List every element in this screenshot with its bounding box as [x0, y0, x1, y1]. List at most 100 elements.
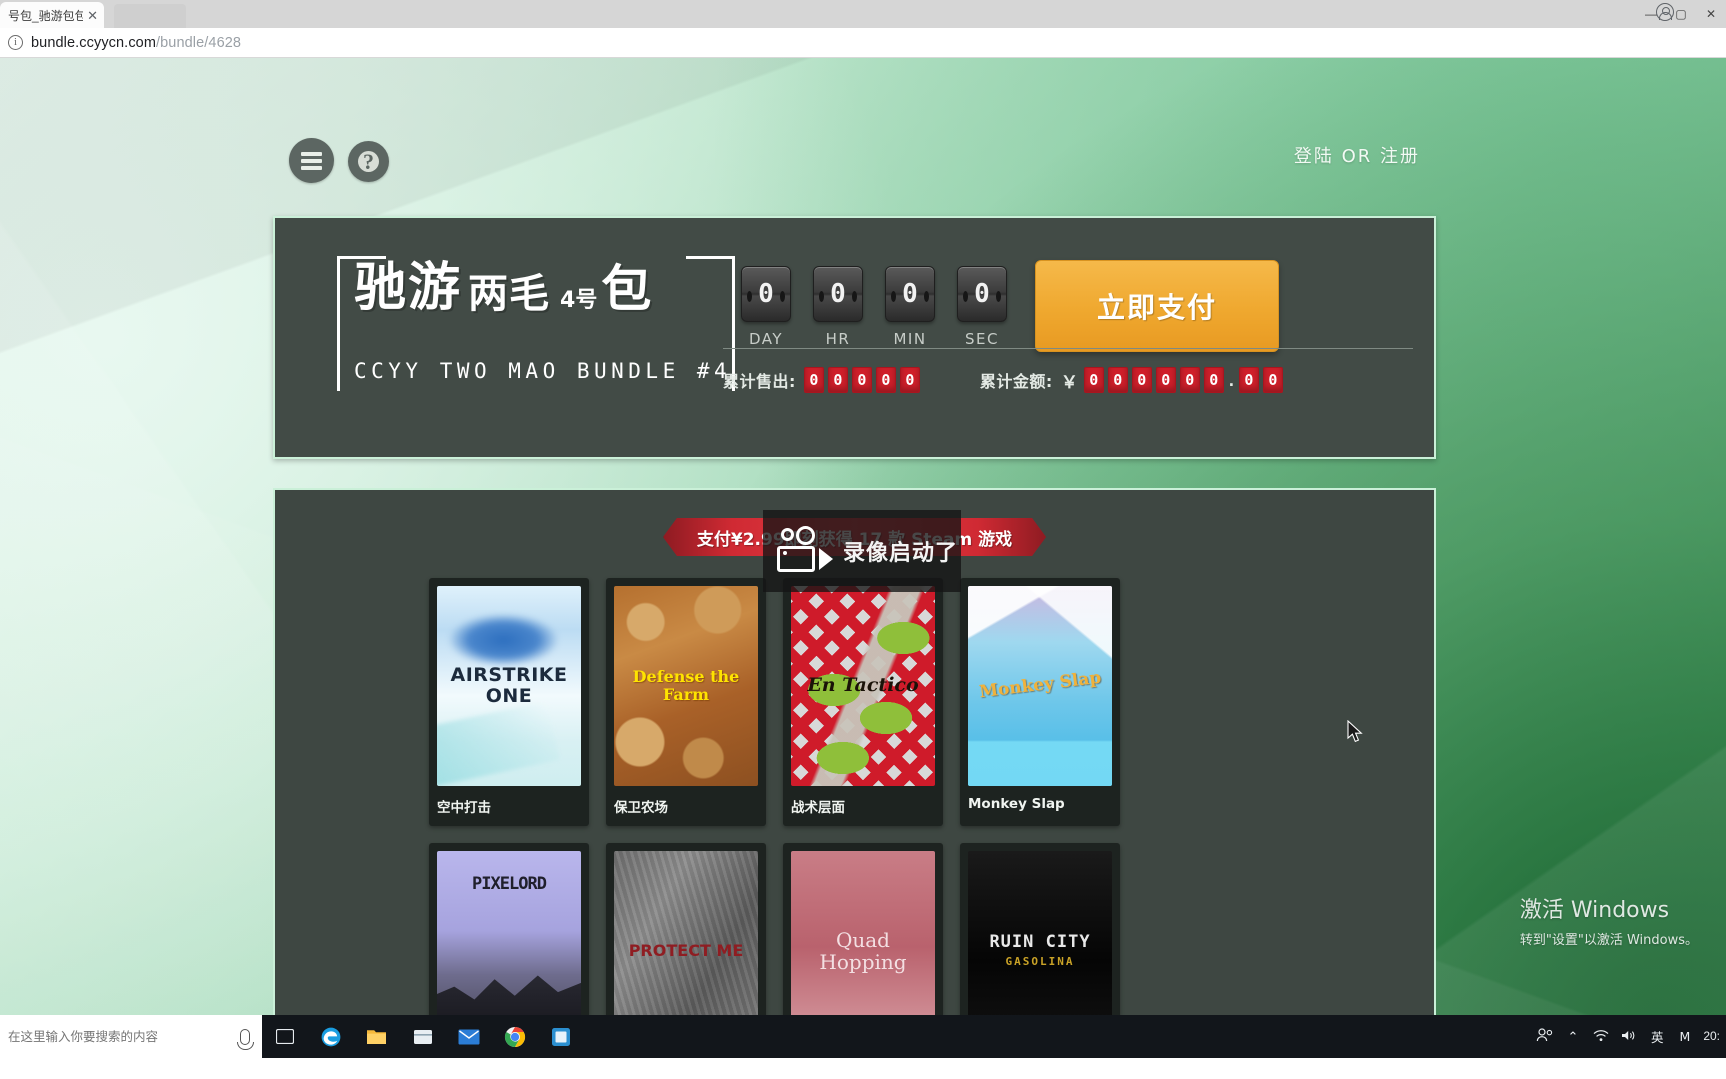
countdown-day-value: 0	[758, 279, 774, 309]
game-cover-art[interactable]: En Tactico	[791, 586, 935, 786]
game-cover-title: Defense the Farm	[632, 667, 740, 704]
hamburger-icon	[301, 149, 322, 173]
amount-digit-cell: 0	[1179, 367, 1200, 393]
game-cover-title: Quad Hopping	[819, 927, 907, 974]
url-domain: bundle.ccyycn.com	[31, 34, 157, 51]
countdown-box-day: 0	[741, 266, 791, 322]
game-title-label: 空中打击	[437, 800, 491, 816]
taskbar-clock[interactable]: 20:	[1699, 1029, 1720, 1043]
people-icon[interactable]	[1532, 1028, 1558, 1045]
game-card[interactable]: Monkey Slap Monkey Slap	[960, 578, 1120, 826]
game-cover-title: En Tactico	[807, 674, 919, 697]
currency-symbol: ￥	[1060, 372, 1078, 392]
hamburger-menu-button[interactable]	[289, 138, 334, 183]
game-title-label: 保卫农场	[614, 800, 668, 816]
amount-digit-cell: 0	[1155, 367, 1176, 393]
ime-language-indicator[interactable]: 英	[1644, 1027, 1671, 1046]
app-icon[interactable]	[538, 1015, 584, 1058]
browser-tab-active[interactable]: 号包_驰游包包 ✕	[0, 2, 104, 28]
countdown-min-value: 0	[902, 279, 918, 309]
bundle-logo-primary: 驰游 两毛 4号 包	[354, 262, 734, 314]
windows-taskbar: ⌃ 英 M 20:	[0, 1015, 1726, 1058]
chrome-icon[interactable]	[492, 1015, 538, 1058]
bundle-logo-cjk1: 驰游	[354, 258, 463, 318]
countdown-unit: 0 SEC	[957, 266, 1007, 348]
store-icon[interactable]	[400, 1015, 446, 1058]
amount-decimal-separator: .	[1228, 369, 1234, 390]
maximize-button[interactable]: ▢	[1666, 7, 1696, 21]
bundle-logo-number: 4号	[560, 288, 598, 313]
tab-close-icon[interactable]: ✕	[87, 9, 98, 22]
countdown-timer: 0 DAY 0 HR 0 MIN 0 SEC	[741, 266, 1007, 348]
countdown-unit: 0 DAY	[741, 266, 791, 348]
bundle-logo: 驰游 两毛 4号 包 CCYY TWO MAO BUNDLE #4	[337, 256, 735, 391]
windows-activation-watermark: 激活 Windows 转到"设置"以激活 Windows。	[1520, 892, 1698, 948]
chevron-up-icon[interactable]: ⌃	[1560, 1029, 1586, 1045]
browser-chrome: 号包_驰游包包 ✕ — ▢ ✕ i bundle.ccyycn.com/bund…	[0, 0, 1726, 58]
sold-digit-cell: 0	[851, 367, 872, 393]
minimize-button[interactable]: —	[1636, 7, 1666, 21]
sold-count-digits: 00000	[803, 367, 920, 393]
bundle-logo-cjk3: 包	[601, 260, 652, 318]
watermark-line2: 转到"设置"以激活 Windows。	[1519, 933, 1698, 948]
network-icon[interactable]	[1588, 1029, 1614, 1045]
sold-digit-cell: 0	[827, 367, 848, 393]
game-cover-art[interactable]: AIRSTRIKE ONE	[437, 586, 581, 786]
task-view-icon[interactable]	[262, 1015, 308, 1058]
sold-count-label: 累计售出:	[723, 372, 796, 391]
amount-digit-cell: 0	[1262, 367, 1283, 393]
mouse-cursor	[1347, 720, 1363, 743]
amount-digit-cell: 0	[1238, 367, 1259, 393]
window-controls: — ▢ ✕	[1636, 0, 1726, 28]
sold-digit-cell: 0	[875, 367, 896, 393]
taskbar-search-box[interactable]	[0, 1015, 262, 1058]
url-text: bundle.ccyycn.com/bundle/4628	[31, 35, 241, 51]
search-input[interactable]	[8, 1029, 240, 1044]
total-amount-label: 累计金额:	[979, 372, 1053, 391]
game-cover-art[interactable]: Defense the Farm	[614, 586, 758, 786]
watermark-line1: 激活 Windows	[1519, 898, 1670, 923]
volume-icon[interactable]	[1616, 1029, 1642, 1045]
help-button[interactable]: ?	[348, 141, 389, 182]
game-card[interactable]: Defense the Farm 保卫农场	[606, 578, 766, 826]
screen-recording-overlay: 录像启动了	[763, 510, 961, 592]
countdown-box-min: 0	[885, 266, 935, 322]
browser-tab-inactive[interactable]	[114, 4, 186, 28]
game-title-label: Monkey Slap	[968, 796, 1065, 812]
recording-status-text: 录像启动了	[843, 541, 959, 566]
edge-icon[interactable]	[308, 1015, 354, 1058]
amount-digit-cell: 0	[1107, 367, 1128, 393]
games-grid: AIRSTRIKE ONE 空中打击 Defense the Farm 保卫农场 En …	[429, 578, 1289, 1058]
bundle-banner-panel: 驰游 两毛 4号 包 CCYY TWO MAO BUNDLE #4 0 DAY …	[273, 216, 1436, 459]
pay-now-button[interactable]: 立即支付	[1035, 260, 1279, 352]
address-bar[interactable]: i bundle.ccyycn.com/bundle/4628	[0, 28, 1726, 58]
countdown-unit: 0 MIN	[885, 266, 935, 348]
countdown-unit: 0 HR	[813, 266, 863, 348]
amount-digit-cell: 0	[1131, 367, 1152, 393]
countdown-min-label: MIN	[893, 330, 927, 348]
question-mark-icon: ?	[358, 150, 379, 172]
microphone-icon[interactable]	[237, 1028, 254, 1050]
pay-now-label: 立即支付	[1096, 291, 1217, 324]
mail-icon[interactable]	[446, 1015, 492, 1058]
login-register-link[interactable]: 登陆 OR 注册	[1294, 142, 1420, 168]
game-cover-title: PROTECT ME	[628, 941, 744, 961]
file-explorer-icon[interactable]	[354, 1015, 400, 1058]
game-title-label: 战术层面	[791, 800, 845, 816]
close-window-button[interactable]: ✕	[1696, 7, 1726, 21]
amount-digit-cell: 0	[1083, 367, 1104, 393]
game-cover-subtitle: GASOLINA	[1005, 955, 1075, 969]
sold-digit-cell: 0	[899, 367, 920, 393]
game-cover-title: RUIN CITY GASOLINA	[989, 932, 1091, 969]
site-info-icon[interactable]: i	[8, 35, 23, 50]
bundle-logo-cjk2: 两毛	[468, 271, 551, 317]
bundle-logo-latin: CCYY TWO MAO BUNDLE #4	[354, 359, 732, 383]
countdown-box-sec: 0	[957, 266, 1007, 322]
game-cover-art[interactable]: Monkey Slap	[968, 586, 1112, 786]
game-card[interactable]: AIRSTRIKE ONE 空中打击	[429, 578, 589, 826]
ime-mode-indicator[interactable]: M	[1673, 1029, 1698, 1044]
countdown-hr-label: HR	[825, 330, 851, 348]
game-card[interactable]: En Tactico 战术层面	[783, 578, 943, 826]
sold-digit-cell: 0	[803, 367, 824, 393]
countdown-box-hr: 0	[813, 266, 863, 322]
